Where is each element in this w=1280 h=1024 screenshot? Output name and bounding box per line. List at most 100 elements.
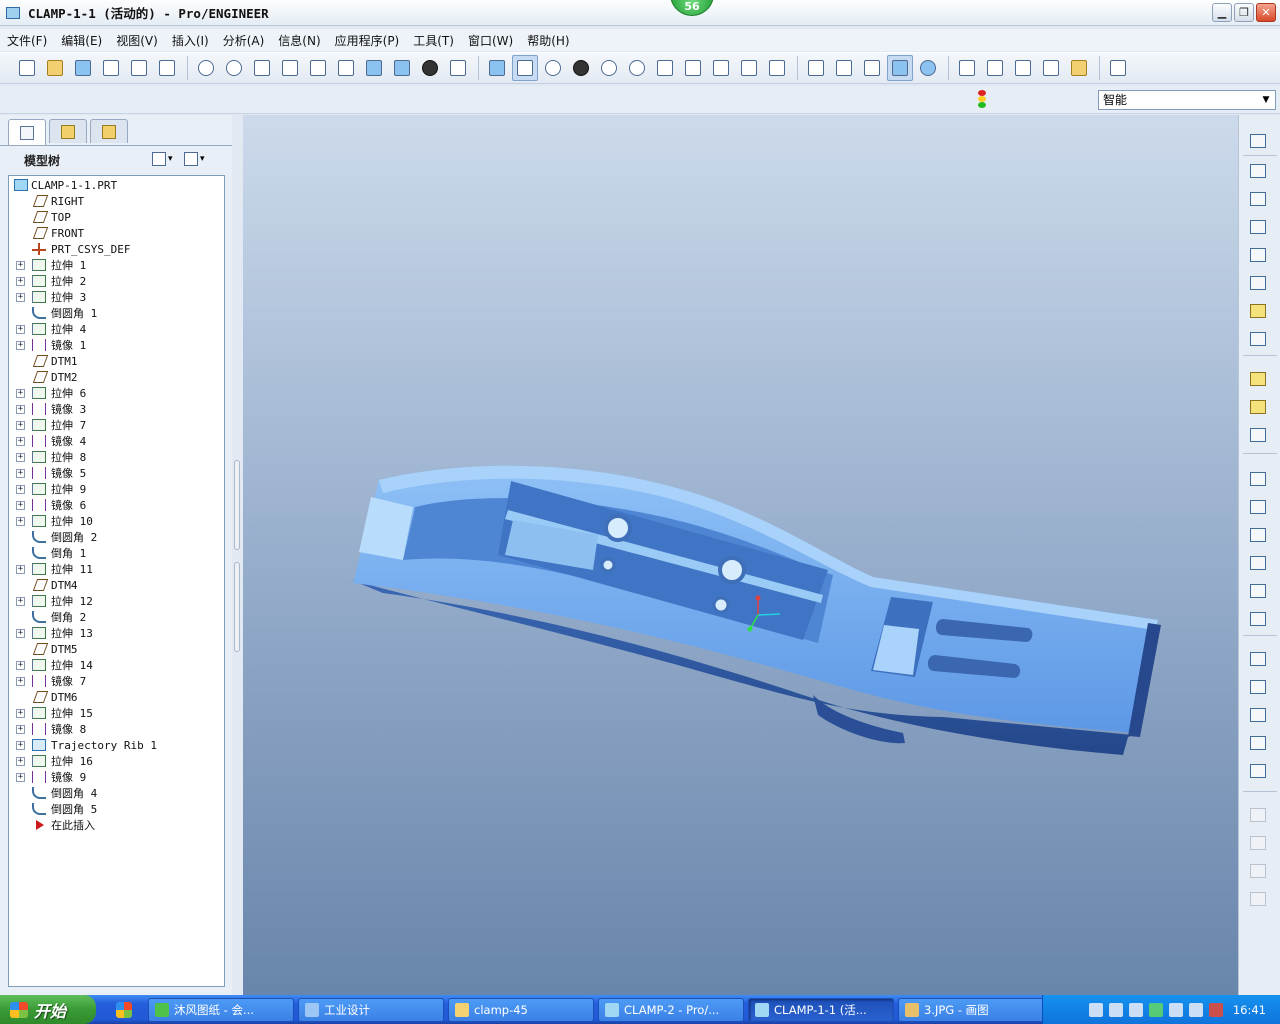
paste-icon[interactable] (305, 55, 331, 81)
chamfer-icon[interactable] (1245, 607, 1271, 631)
sketch-icon[interactable] (1245, 367, 1271, 391)
menu-info[interactable]: 信息(N) (271, 32, 327, 49)
solidify-icon[interactable] (1245, 887, 1271, 911)
tree-item[interactable]: + 拉伸 12 (9, 593, 224, 609)
datum-axis-display-icon[interactable] (982, 55, 1008, 81)
print-preview-icon[interactable] (126, 55, 152, 81)
datum-csys-icon[interactable] (1245, 271, 1271, 295)
tree-item[interactable]: DTM2 (9, 369, 224, 385)
expand-icon[interactable]: + (16, 468, 25, 478)
menu-edit[interactable]: 编辑(E) (54, 32, 109, 49)
input-method-icon[interactable] (1128, 1002, 1143, 1017)
refit-icon[interactable] (652, 55, 678, 81)
help-icon[interactable] (1108, 1002, 1123, 1017)
sketched-curve-icon[interactable] (1245, 129, 1271, 153)
round-icon[interactable] (1245, 579, 1271, 603)
tree-item[interactable]: RIGHT (9, 193, 224, 209)
extrude-icon[interactable] (1245, 467, 1271, 491)
print-icon[interactable] (98, 55, 124, 81)
expand-icon[interactable]: + (16, 676, 25, 686)
expand-icon[interactable]: + (16, 564, 25, 574)
select-box-icon[interactable] (445, 55, 471, 81)
zoom-out-icon[interactable] (624, 55, 650, 81)
datum-axis-icon[interactable] (1245, 187, 1271, 211)
tree-item[interactable]: + 拉伸 11 (9, 561, 224, 577)
tree-item[interactable]: + 拉伸 2 (9, 273, 224, 289)
layers-icon[interactable] (736, 55, 762, 81)
tree-item[interactable]: + 拉伸 15 (9, 705, 224, 721)
expand-icon[interactable]: + (16, 324, 25, 334)
expand-icon[interactable]: + (16, 260, 25, 270)
tree-item[interactable]: 倒圆角 5 (9, 801, 224, 817)
trim-icon[interactable] (1245, 831, 1271, 855)
tree-item[interactable]: + 拉伸 14 (9, 657, 224, 673)
back-arrow-icon[interactable] (1168, 1002, 1183, 1017)
save-icon[interactable] (70, 55, 96, 81)
graphics-window[interactable] (243, 115, 1238, 995)
regenerate-icon[interactable] (361, 55, 387, 81)
expand-icon[interactable]: + (16, 388, 25, 398)
tree-item[interactable]: + 镜像 8 (9, 721, 224, 737)
csys-display-icon[interactable] (1038, 55, 1064, 81)
expand-icon[interactable]: + (16, 420, 25, 430)
tree-item[interactable]: PRT_CSYS_DEF (9, 241, 224, 257)
copy-icon[interactable] (277, 55, 303, 81)
find-icon[interactable] (417, 55, 443, 81)
tree-item[interactable]: 在此插入 (9, 817, 224, 833)
regenerate-manager-icon[interactable] (389, 55, 415, 81)
tree-item[interactable]: + 镜像 1 (9, 337, 224, 353)
tree-item[interactable]: + 拉伸 16 (9, 753, 224, 769)
draft-icon[interactable] (1245, 703, 1271, 727)
taskbar-item-clamp-45[interactable]: clamp-45 (448, 997, 594, 1022)
context-help-icon[interactable] (1105, 55, 1131, 81)
mirror-icon[interactable] (1245, 675, 1271, 699)
pattern-icon[interactable] (1245, 647, 1271, 671)
keyboard-icon[interactable] (1088, 1002, 1103, 1017)
expand-icon[interactable]: + (16, 772, 25, 782)
move-datum-icon[interactable] (1245, 423, 1271, 447)
tree-item[interactable]: + 镜像 9 (9, 769, 224, 785)
tree-item[interactable]: + 拉伸 6 (9, 385, 224, 401)
expand-icon[interactable]: + (16, 740, 25, 750)
menu-applications[interactable]: 应用程序(P) (328, 32, 407, 49)
menu-insert[interactable]: 插入(I) (165, 32, 216, 49)
chevron-down-icon[interactable]: ▼ (1259, 93, 1273, 107)
analysis-feature-icon[interactable] (1245, 299, 1271, 323)
chain-icon[interactable] (1245, 327, 1271, 351)
spin-center-icon[interactable] (512, 55, 538, 81)
annotation-display-icon[interactable] (1066, 55, 1092, 81)
expand-icon[interactable]: + (16, 708, 25, 718)
tree-item[interactable]: 倒圆角 2 (9, 529, 224, 545)
expand-icon[interactable]: + (16, 452, 25, 462)
wireframe-icon[interactable] (803, 55, 829, 81)
send-icon[interactable] (154, 55, 180, 81)
expand-icon[interactable]: + (16, 500, 25, 510)
zoom-in-icon[interactable] (596, 55, 622, 81)
tree-item[interactable]: 倒圆角 1 (9, 305, 224, 321)
expand-icon[interactable]: + (16, 628, 25, 638)
extend-icon[interactable] (1245, 859, 1271, 883)
expand-icon[interactable]: + (16, 724, 25, 734)
splitter-handle-upper[interactable] (234, 460, 240, 550)
annotation-feature-icon[interactable] (1245, 395, 1271, 419)
redo-icon[interactable] (221, 55, 247, 81)
tree-item[interactable]: DTM6 (9, 689, 224, 705)
expand-icon[interactable]: + (16, 516, 25, 526)
undo-icon[interactable] (193, 55, 219, 81)
cut-icon[interactable] (249, 55, 275, 81)
tree-item[interactable]: + 拉伸 10 (9, 513, 224, 529)
tree-item[interactable]: + 拉伸 13 (9, 625, 224, 641)
minimize-button[interactable]: ▁ (1212, 3, 1232, 22)
datum-point-icon[interactable] (1245, 243, 1271, 267)
taskbar-item-clamp-2[interactable]: CLAMP-2 - Pro/... (598, 997, 744, 1022)
tree-item[interactable]: 倒角 2 (9, 609, 224, 625)
tree-item[interactable]: + 镜像 6 (9, 497, 224, 513)
tree-item[interactable]: + 镜像 5 (9, 465, 224, 481)
taskbar-item-paint[interactable]: 3.JPG - 画图 (898, 997, 1044, 1022)
no-hidden-icon[interactable] (859, 55, 885, 81)
tab-folder-browser[interactable] (49, 119, 87, 143)
expand-icon[interactable]: + (16, 436, 25, 446)
tree-item[interactable]: 倒角 1 (9, 545, 224, 561)
tree-item[interactable]: FRONT (9, 225, 224, 241)
security-icon[interactable] (1208, 1002, 1223, 1017)
